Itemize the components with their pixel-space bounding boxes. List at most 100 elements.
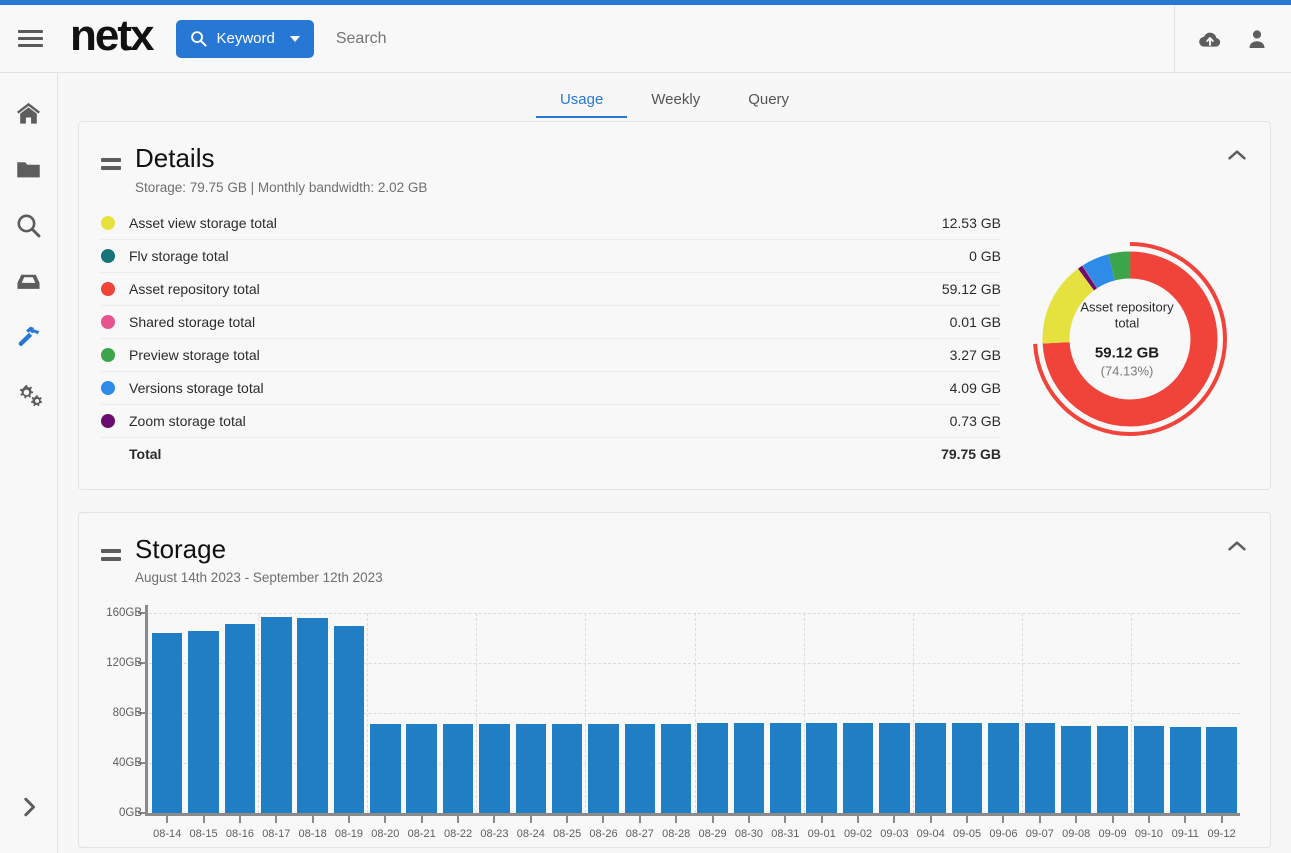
chart-bar[interactable] [370, 723, 401, 814]
donut-center-title-line1: Asset repository [1080, 298, 1174, 314]
chart-bar[interactable] [915, 723, 946, 814]
chart-bar[interactable] [879, 723, 910, 814]
sidebar-item-search[interactable] [0, 197, 58, 253]
sidebar-expand-button[interactable] [0, 779, 58, 835]
chart-bar[interactable] [806, 723, 837, 814]
drag-handle-icon[interactable] [101, 158, 123, 195]
chart-bar[interactable] [188, 630, 219, 814]
bar-slot [622, 613, 658, 824]
row-label: Zoom storage total [129, 412, 246, 429]
chart-bar[interactable] [1206, 726, 1237, 814]
chevron-up-icon [1228, 150, 1246, 160]
keyword-search-button[interactable]: Keyword [176, 19, 314, 58]
table-row[interactable]: Zoom storage total 0.73 GB [101, 405, 1001, 438]
chart-bar[interactable] [697, 723, 728, 814]
chart-bar[interactable] [624, 723, 656, 814]
table-row[interactable]: Shared storage total 0.01 GB [101, 306, 1001, 339]
chart-bar[interactable] [260, 616, 292, 814]
table-row[interactable]: Flv storage total 0 GB [101, 240, 1001, 273]
chart-bar[interactable] [842, 723, 874, 814]
chart-bar[interactable] [1169, 726, 1201, 814]
chart-bar[interactable] [733, 723, 765, 814]
bar-slot [1131, 613, 1167, 824]
drag-handle-icon[interactable] [101, 548, 123, 586]
tab-query[interactable]: Query [724, 83, 813, 118]
chart-bar[interactable] [951, 723, 983, 814]
chart-bar[interactable] [479, 723, 510, 814]
x-axis-tick-label: 08-30 [734, 828, 763, 841]
row-label: Versions storage total [129, 379, 264, 396]
x-axis-tick-label: 08-20 [371, 828, 400, 841]
x-tick-mark [966, 815, 969, 824]
x-axis-tick-label: 08-16 [225, 828, 254, 841]
chevron-up-icon [1228, 541, 1246, 551]
details-card-header: Details Storage: 79.75 GB | Monthly band… [79, 122, 1270, 207]
chart-bar[interactable] [151, 633, 183, 814]
hamburger-icon[interactable] [0, 30, 60, 47]
chart-bar[interactable] [224, 624, 256, 814]
table-row[interactable]: Versions storage total 4.09 GB [101, 372, 1001, 405]
home-icon [17, 102, 40, 124]
row-label: Preview storage total [129, 346, 260, 363]
row-value: 0.73 GB [949, 412, 1001, 429]
tab-weekly[interactable]: Weekly [627, 83, 724, 118]
x-tick-mark [420, 815, 423, 824]
chart-bar[interactable] [588, 723, 619, 814]
chart-bar[interactable] [1060, 725, 1092, 814]
x-tick-mark [238, 815, 241, 824]
chart-bar[interactable] [406, 723, 437, 814]
tab-usage[interactable]: Usage [535, 83, 628, 118]
details-collapse-button[interactable] [1222, 142, 1252, 168]
sidebar-item-settings[interactable] [0, 365, 58, 421]
sidebar-item-inbox[interactable] [0, 253, 58, 309]
x-tick-mark [602, 815, 605, 824]
row-label: Shared storage total [129, 313, 256, 330]
x-tick-mark [457, 815, 460, 824]
cloud-upload-icon[interactable] [1197, 26, 1223, 52]
inbox-icon [17, 274, 40, 289]
storage-collapse-button[interactable] [1222, 533, 1252, 559]
row-value: 0 GB [969, 247, 1001, 264]
x-axis-tick-label: 08-15 [189, 828, 218, 841]
folder-icon [17, 161, 40, 177]
keyword-button-label: Keyword [216, 30, 275, 47]
chart-bar[interactable] [988, 723, 1019, 814]
x-axis-tick-label: 08-29 [698, 828, 727, 841]
x-tick-mark [275, 815, 278, 824]
bar-slot [1094, 613, 1130, 824]
table-row[interactable]: Asset view storage total 12.53 GB [101, 207, 1001, 240]
chart-bar[interactable] [770, 723, 801, 814]
bar-slot [476, 613, 512, 824]
row-value: 4.09 GB [949, 379, 1001, 396]
chart-bar[interactable] [442, 723, 474, 814]
chart-bar[interactable] [333, 625, 365, 814]
chart-bar[interactable] [1024, 723, 1056, 814]
x-tick-mark [1147, 815, 1150, 824]
search-input[interactable] [335, 18, 1036, 59]
page-title: Details [135, 143, 215, 173]
legend-swatch [101, 281, 115, 296]
user-icon[interactable] [1245, 27, 1269, 51]
chart-bar[interactable] [551, 723, 583, 814]
sidebar-item-home[interactable] [0, 85, 58, 141]
bar-slot [658, 613, 694, 824]
table-row[interactable]: Asset repository total 59.12 GB [101, 273, 1001, 306]
app-logo[interactable]: netx [70, 11, 154, 61]
bar-slot [222, 613, 258, 824]
sidebar-item-folders[interactable] [0, 141, 58, 197]
details-card: Details Storage: 79.75 GB | Monthly band… [78, 121, 1271, 490]
bar-slot [731, 613, 767, 824]
x-tick-mark [529, 815, 532, 824]
bar-slot [149, 613, 185, 824]
chart-bar[interactable] [515, 723, 547, 814]
sidebar-item-tools[interactable] [0, 309, 58, 365]
table-row[interactable]: Preview storage total 3.27 GB [101, 339, 1001, 372]
chart-bar[interactable] [1133, 725, 1165, 814]
search-icon [191, 31, 208, 47]
chart-bar[interactable] [660, 723, 692, 814]
chart-bar[interactable] [1097, 725, 1128, 814]
storage-card-header: Storage August 14th 2023 - September 12t… [79, 513, 1270, 598]
bar-slot [367, 613, 403, 824]
chart-bar[interactable] [297, 618, 328, 814]
bar-slot [767, 613, 803, 824]
